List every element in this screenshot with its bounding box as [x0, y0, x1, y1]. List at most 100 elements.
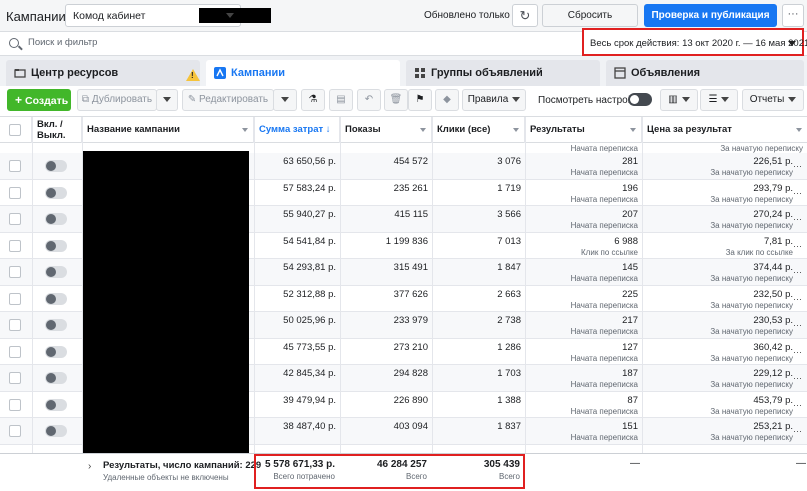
clicks-value: 1 703	[497, 368, 521, 379]
sort-icon	[796, 128, 802, 132]
duplicate-dropdown[interactable]	[156, 89, 178, 111]
discard-drafts-button[interactable]: Сбросить черновики	[542, 4, 638, 42]
row-more-icon[interactable]: ···	[793, 347, 802, 357]
spend-value: 54 293,81 р.	[283, 262, 336, 273]
breakdown-icon: ☰	[708, 94, 718, 105]
column-divider	[32, 117, 33, 466]
tag-button[interactable]: ◆	[435, 89, 459, 111]
tab-ad-sets[interactable]: Группы объявлений	[406, 60, 600, 86]
spend-cell: 63 650,56 р.	[254, 153, 340, 179]
row-checkbox[interactable]	[9, 319, 21, 331]
row-checkbox[interactable]	[9, 160, 21, 172]
result-value: 281	[622, 156, 638, 167]
flag-button[interactable]: ⚑	[408, 89, 432, 111]
clipboard-button[interactable]: ▤	[329, 89, 353, 111]
results-cell: 187 Начата переписка	[525, 365, 642, 391]
ads-icon	[614, 67, 626, 79]
clicks-cell: 1 388	[432, 392, 525, 418]
select-all-cell	[0, 117, 32, 143]
preview-settings-toggle[interactable]	[628, 93, 652, 106]
delete-button[interactable]: 🗑	[384, 89, 408, 111]
spend-cell: 54 541,84 р.	[254, 233, 340, 259]
row-checkbox[interactable]	[9, 186, 21, 199]
impressions-cell: 415 115	[340, 206, 432, 232]
reports-button[interactable]: Отчеты	[742, 89, 804, 111]
campaign-toggle[interactable]	[45, 345, 67, 358]
campaign-toggle[interactable]	[45, 186, 67, 199]
row-checkbox[interactable]	[9, 213, 21, 225]
header-spend[interactable]: Сумма затрат ↓	[254, 117, 340, 143]
header-impressions[interactable]: Показы	[340, 117, 432, 143]
row-more-icon[interactable]: ···	[793, 400, 802, 410]
cost-cell: 453,79 р. За начатую переписку ···	[642, 392, 807, 418]
impressions-value: 233 979	[393, 315, 428, 326]
clicks-value: 2 663	[497, 288, 521, 300]
clicks-value: 1 837	[497, 421, 521, 432]
rules-button[interactable]: Правила	[462, 89, 526, 111]
campaign-toggle[interactable]	[45, 160, 67, 172]
row-more-icon[interactable]: ···	[793, 426, 802, 436]
columns-button[interactable]: ▥	[660, 89, 698, 111]
clicks-value: 2 738	[497, 315, 521, 326]
header-results[interactable]: Результаты	[525, 117, 642, 143]
header-clicks[interactable]: Клики (все)	[432, 117, 525, 143]
campaign-toggle[interactable]	[45, 239, 67, 252]
duplicate-button[interactable]: ⧉ Дублировать	[77, 89, 157, 111]
result-value: 151	[622, 421, 638, 432]
campaign-toggle[interactable]	[45, 425, 67, 437]
expand-chevron-icon[interactable]: ›	[88, 461, 91, 472]
row-checkbox[interactable]	[9, 425, 21, 437]
row-checkbox[interactable]	[9, 372, 21, 384]
campaign-toggle[interactable]	[45, 319, 67, 331]
scrollbar[interactable]	[799, 142, 805, 332]
search-input[interactable]: Поиск и фильтр	[28, 37, 97, 48]
row-checkbox[interactable]	[9, 239, 21, 252]
cost-subtext: За начатую переписку	[710, 168, 793, 177]
date-range-picker[interactable]: Весь срок действия: 13 окт 2020 г. — 16 …	[582, 28, 807, 56]
cost-value: 7,81 р.	[763, 235, 793, 247]
row-checkbox[interactable]	[9, 345, 21, 358]
campaign-toggle[interactable]	[45, 398, 67, 411]
row-checkbox[interactable]	[9, 292, 21, 305]
result-value: 217	[622, 315, 638, 326]
breakdown-button[interactable]: ☰	[700, 89, 738, 111]
cost-value: 293,79 р.	[753, 182, 793, 194]
tab-ads[interactable]: Объявления	[606, 60, 804, 86]
account-selector[interactable]: Комод кабинет	[65, 4, 271, 27]
campaign-toggle[interactable]	[45, 213, 67, 225]
cost-value: 229,12 р.	[753, 368, 793, 379]
chevron-down-icon	[512, 96, 521, 102]
header-results-label: Результаты	[530, 124, 585, 135]
tab-campaigns[interactable]: Кампании	[206, 60, 400, 86]
table-header: Вкл. / Выкл. Название кампании Сумма зат…	[0, 117, 807, 143]
tab-resource-center[interactable]: Центр ресурсов	[6, 60, 200, 86]
header-clicks-label: Клики (все)	[437, 124, 491, 135]
header-campaign-name[interactable]: Название кампании	[82, 117, 254, 143]
select-all-checkbox[interactable]	[9, 124, 21, 136]
ab-test-button[interactable]: ⚗	[301, 89, 325, 111]
more-options-button[interactable]: ···	[782, 4, 804, 27]
results-cell: 225 Начата переписка	[525, 286, 642, 312]
campaign-toggle[interactable]	[45, 266, 67, 278]
chevron-down-icon	[281, 96, 289, 102]
clicks-value: 3 076	[497, 156, 521, 167]
campaign-toggle[interactable]	[45, 292, 67, 305]
search-icon	[9, 38, 19, 48]
row-checkbox[interactable]	[9, 266, 21, 278]
campaign-icon	[214, 67, 226, 79]
row-more-icon[interactable]: ···	[793, 373, 802, 383]
cost-subtext: За начатую переписку	[720, 144, 803, 153]
column-divider	[432, 117, 433, 466]
header-toggle[interactable]: Вкл. / Выкл.	[32, 117, 82, 143]
review-publish-button[interactable]: Проверка и публикация (37)	[644, 4, 777, 44]
row-checkbox[interactable]	[9, 398, 21, 411]
campaign-toggle[interactable]	[45, 372, 67, 384]
refresh-button[interactable]: ↻	[512, 4, 538, 27]
edit-dropdown[interactable]	[273, 89, 297, 111]
edit-button[interactable]: ✎ Редактировать	[182, 89, 274, 111]
undo-button[interactable]: ↶	[357, 89, 381, 111]
header-cost-per-result[interactable]: Цена за результат	[642, 117, 807, 143]
flag-icon: ⚑	[415, 94, 425, 105]
create-button[interactable]: + Создать	[7, 89, 71, 111]
result-value: 145	[622, 262, 638, 273]
